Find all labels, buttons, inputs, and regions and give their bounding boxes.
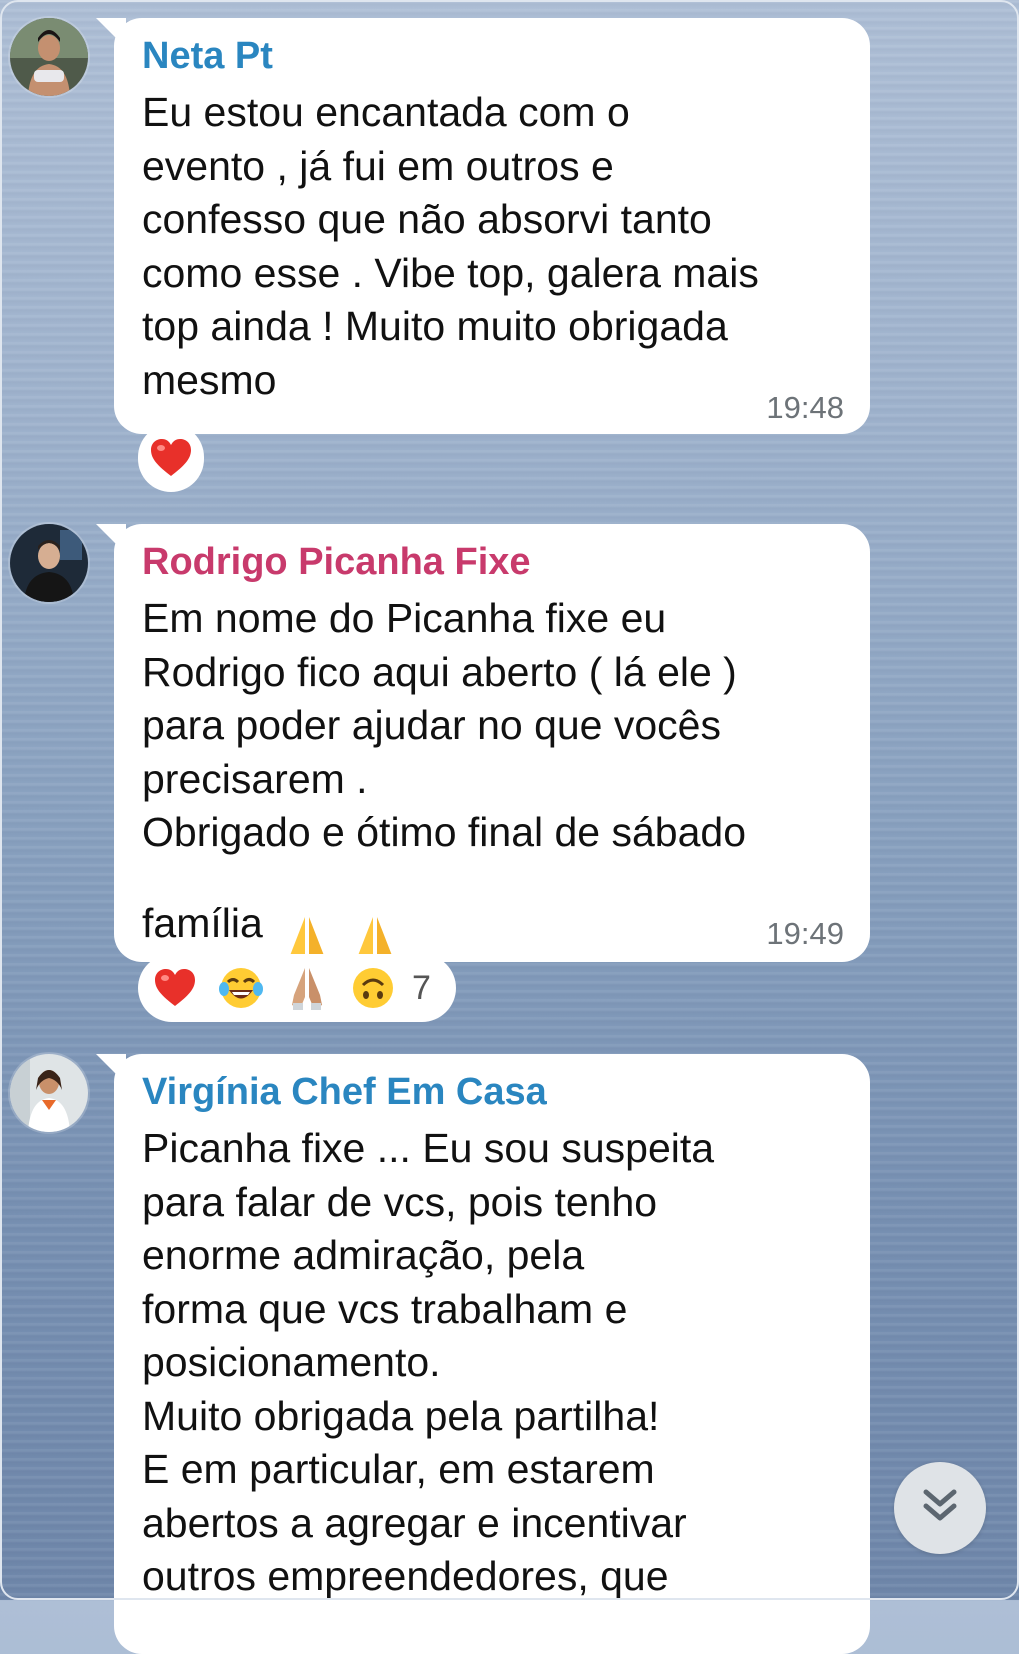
- avatar-neta[interactable]: [10, 18, 88, 96]
- sender-name[interactable]: Rodrigo Picanha Fixe: [142, 538, 842, 586]
- message-text: Picanha fixe ... Eu sou suspeita para fa…: [142, 1125, 715, 1599]
- message-time: 19:49: [766, 916, 844, 951]
- sender-name[interactable]: Virgínia Chef Em Casa: [142, 1068, 842, 1116]
- sender-name[interactable]: Neta Pt: [142, 32, 842, 80]
- avatar-virginia[interactable]: [10, 1054, 88, 1132]
- folded-hands-icon[interactable]: [284, 965, 330, 1011]
- avatar-rodrigo[interactable]: [10, 524, 88, 602]
- double-chevron-down-icon: [920, 1486, 960, 1531]
- scroll-down-button[interactable]: [894, 1462, 986, 1554]
- message-text: Em nome do Picanha fixe eu Rodrigo fico …: [142, 595, 747, 855]
- message-text-word: família: [142, 900, 263, 947]
- heart-icon[interactable]: [148, 435, 194, 481]
- tears-of-joy-icon[interactable]: [218, 965, 264, 1011]
- message-time: 19:48: [766, 390, 844, 425]
- message-bubble[interactable]: Virgínia Chef Em Casa Picanha fixe ... E…: [114, 1054, 870, 1654]
- reactions-bar[interactable]: [138, 424, 204, 492]
- reaction-count: 7: [412, 968, 431, 1007]
- reactions-bar[interactable]: 7: [138, 954, 456, 1022]
- upside-down-face-icon[interactable]: [350, 965, 396, 1011]
- message-bubble[interactable]: Neta Pt Eu estou encantada com o evento …: [114, 18, 870, 434]
- message-bubble[interactable]: Rodrigo Picanha Fixe Em nome do Picanha …: [114, 524, 870, 973]
- message-text: Eu estou encantada com o evento , já fui…: [142, 89, 759, 403]
- heart-icon[interactable]: [152, 965, 198, 1011]
